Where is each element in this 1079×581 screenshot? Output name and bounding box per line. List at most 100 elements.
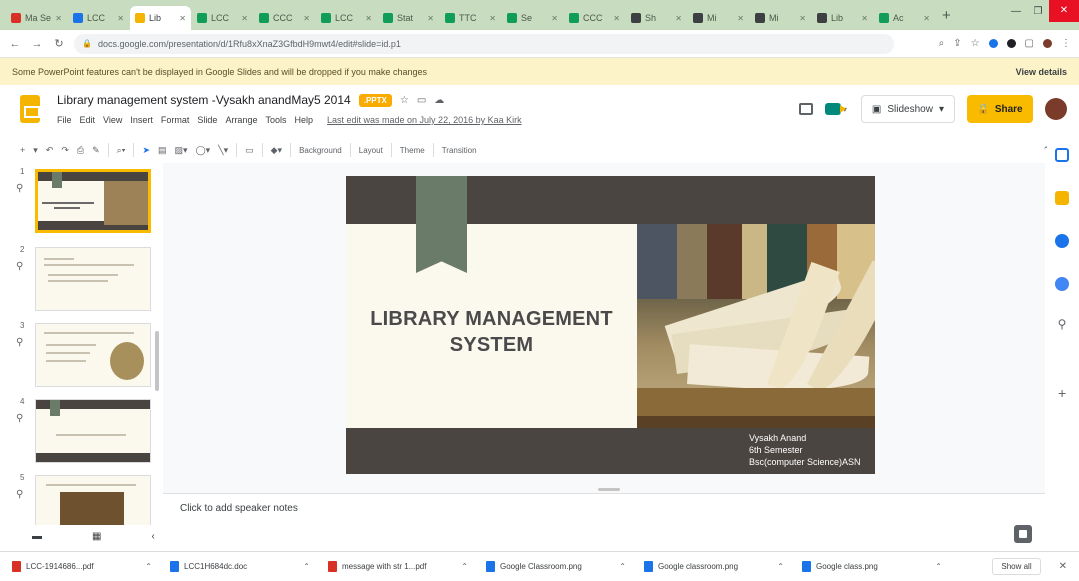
- forward-icon[interactable]: →: [30, 38, 44, 50]
- google-slides-logo-icon[interactable]: [20, 95, 40, 123]
- slide-author-block[interactable]: Vysakh Anand 6th Semester Bsc(computer S…: [749, 432, 861, 468]
- chevron-up-icon[interactable]: ⌃: [935, 562, 942, 571]
- browser-tab[interactable]: Mi ✕: [688, 6, 749, 30]
- grid-view-icon[interactable]: ▦: [92, 531, 101, 542]
- move-folder-icon[interactable]: ▭: [417, 95, 426, 106]
- chevron-up-icon[interactable]: ⌃: [145, 562, 152, 571]
- speaker-notes[interactable]: Click to add speaker notes: [163, 493, 1045, 526]
- paint-format-icon[interactable]: ✎: [92, 145, 100, 156]
- profile-avatar[interactable]: [1043, 39, 1052, 48]
- close-icon[interactable]: ✕: [365, 14, 372, 23]
- url-field[interactable]: 🔒 docs.google.com/presentation/d/1Rfu8xX…: [74, 33, 894, 54]
- browser-tab[interactable]: Lib ✕: [812, 6, 873, 30]
- chevron-up-icon[interactable]: ⌃: [619, 562, 626, 571]
- theme-button[interactable]: Theme: [400, 146, 425, 155]
- browser-tab[interactable]: LCC ✕: [68, 6, 129, 30]
- transition-button[interactable]: Transition: [442, 146, 477, 155]
- close-icon[interactable]: ✕: [861, 14, 868, 23]
- share-page-icon[interactable]: ⇪: [953, 38, 961, 49]
- browser-menu-icon[interactable]: ⋮: [1061, 38, 1071, 49]
- print-icon[interactable]: ⎙: [77, 145, 84, 156]
- extension-icon[interactable]: [1006, 39, 1016, 48]
- browser-tab[interactable]: CCC ✕: [254, 6, 315, 30]
- download-item[interactable]: LCC-1914686...pdf ⌃: [12, 561, 152, 572]
- zoom-icon[interactable]: ⌕: [939, 38, 945, 49]
- slide-thumbnail[interactable]: [35, 399, 151, 463]
- chevron-up-icon[interactable]: ⌃: [461, 562, 468, 571]
- new-slide-icon[interactable]: +: [20, 145, 25, 155]
- meet-icon[interactable]: ▾: [824, 101, 849, 117]
- filmstrip-scrollbar[interactable]: [155, 331, 159, 391]
- filmstrip-item[interactable]: 1 ⚲: [0, 165, 160, 235]
- menu-item-format[interactable]: Format: [161, 115, 190, 125]
- close-icon[interactable]: ✕: [799, 14, 806, 23]
- extension-icon[interactable]: [988, 39, 998, 48]
- filmstrip-view-icon[interactable]: ▬: [32, 531, 42, 542]
- bookmark-star-icon[interactable]: ☆: [971, 38, 980, 49]
- menu-item-tools[interactable]: Tools: [265, 115, 286, 125]
- menu-item-slide[interactable]: Slide: [197, 115, 217, 125]
- slide-thumbnail[interactable]: [35, 169, 151, 233]
- comment-add-icon[interactable]: ▭: [245, 145, 254, 156]
- back-icon[interactable]: ←: [8, 38, 22, 50]
- new-tab-icon[interactable]: +: [942, 7, 951, 24]
- slideshow-button[interactable]: ▣ Slideshow ▾: [860, 95, 955, 123]
- comment-history-icon[interactable]: [798, 103, 813, 115]
- last-edit-link[interactable]: Last edit was made on July 22, 2016 by K…: [327, 115, 522, 125]
- browser-tab[interactable]: TTC ✕: [440, 6, 501, 30]
- notes-resize-handle[interactable]: [598, 488, 620, 491]
- close-icon[interactable]: ✕: [737, 14, 744, 23]
- chevron-down-icon[interactable]: ▾: [939, 104, 944, 115]
- show-all-button[interactable]: Show all: [992, 558, 1041, 575]
- chevron-up-icon[interactable]: ⌃: [777, 562, 784, 571]
- menu-item-file[interactable]: File: [57, 115, 72, 125]
- close-icon[interactable]: ✕: [179, 14, 186, 23]
- chevron-down-icon[interactable]: ▾: [33, 145, 38, 156]
- contacts-icon[interactable]: [1055, 277, 1069, 291]
- browser-tab[interactable]: CCC ✕: [564, 6, 625, 30]
- browser-tab[interactable]: Lib ✕: [130, 6, 191, 30]
- menu-item-edit[interactable]: Edit: [80, 115, 96, 125]
- browser-tab[interactable]: LCC ✕: [316, 6, 377, 30]
- calendar-icon[interactable]: [1055, 148, 1069, 162]
- image-icon[interactable]: ▨▾: [175, 145, 188, 156]
- filmstrip-item[interactable]: 3 ⚲: [0, 319, 160, 389]
- reload-icon[interactable]: ↻: [52, 37, 66, 50]
- maximize-icon[interactable]: ❐: [1027, 6, 1049, 17]
- star-icon[interactable]: ☆: [400, 95, 409, 106]
- close-icon[interactable]: ✕: [551, 14, 558, 23]
- filmstrip-item[interactable]: 4 ⚲: [0, 395, 160, 465]
- chevron-up-icon[interactable]: ⌃: [303, 562, 310, 571]
- fill-color-icon[interactable]: ◆▾: [271, 145, 282, 156]
- download-item[interactable]: LCC1H684dc.doc ⌃: [170, 561, 310, 572]
- explore-icon[interactable]: [1014, 525, 1032, 543]
- redo-icon[interactable]: ↷: [61, 145, 69, 156]
- select-cursor-icon[interactable]: ➤: [142, 145, 150, 156]
- download-item[interactable]: Google class.png ⌃: [802, 561, 942, 572]
- share-button[interactable]: 🔒 Share: [967, 95, 1033, 123]
- menu-item-arrange[interactable]: Arrange: [225, 115, 257, 125]
- browser-tab[interactable]: Se ✕: [502, 6, 563, 30]
- extensions-puzzle-icon[interactable]: ▢: [1025, 38, 1034, 49]
- close-icon[interactable]: ✕: [117, 14, 124, 23]
- text-box-icon[interactable]: ▤: [158, 145, 167, 156]
- close-window-icon[interactable]: ✕: [1049, 0, 1079, 22]
- maps-icon[interactable]: ⚲: [1055, 317, 1069, 331]
- shape-icon[interactable]: ◯▾: [196, 145, 211, 156]
- filmstrip-item[interactable]: 2 ⚲: [0, 243, 160, 313]
- document-title[interactable]: Library management system -Vysakh anandM…: [57, 93, 351, 107]
- close-icon[interactable]: ✕: [675, 14, 682, 23]
- download-item[interactable]: Google classroom.png ⌃: [644, 561, 784, 572]
- menu-item-view[interactable]: View: [103, 115, 122, 125]
- close-icon[interactable]: ✕: [241, 14, 248, 23]
- close-icon[interactable]: ✕: [55, 14, 62, 23]
- browser-tab[interactable]: LCC ✕: [192, 6, 253, 30]
- minimize-icon[interactable]: —: [1005, 6, 1027, 17]
- menu-item-help[interactable]: Help: [294, 115, 313, 125]
- add-addon-icon[interactable]: +: [1058, 385, 1066, 401]
- line-icon[interactable]: ╲▾: [218, 145, 228, 156]
- browser-tab[interactable]: Ac ✕: [874, 6, 935, 30]
- browser-tab[interactable]: Stat ✕: [378, 6, 439, 30]
- close-icon[interactable]: ✕: [1059, 561, 1067, 572]
- close-icon[interactable]: ✕: [303, 14, 310, 23]
